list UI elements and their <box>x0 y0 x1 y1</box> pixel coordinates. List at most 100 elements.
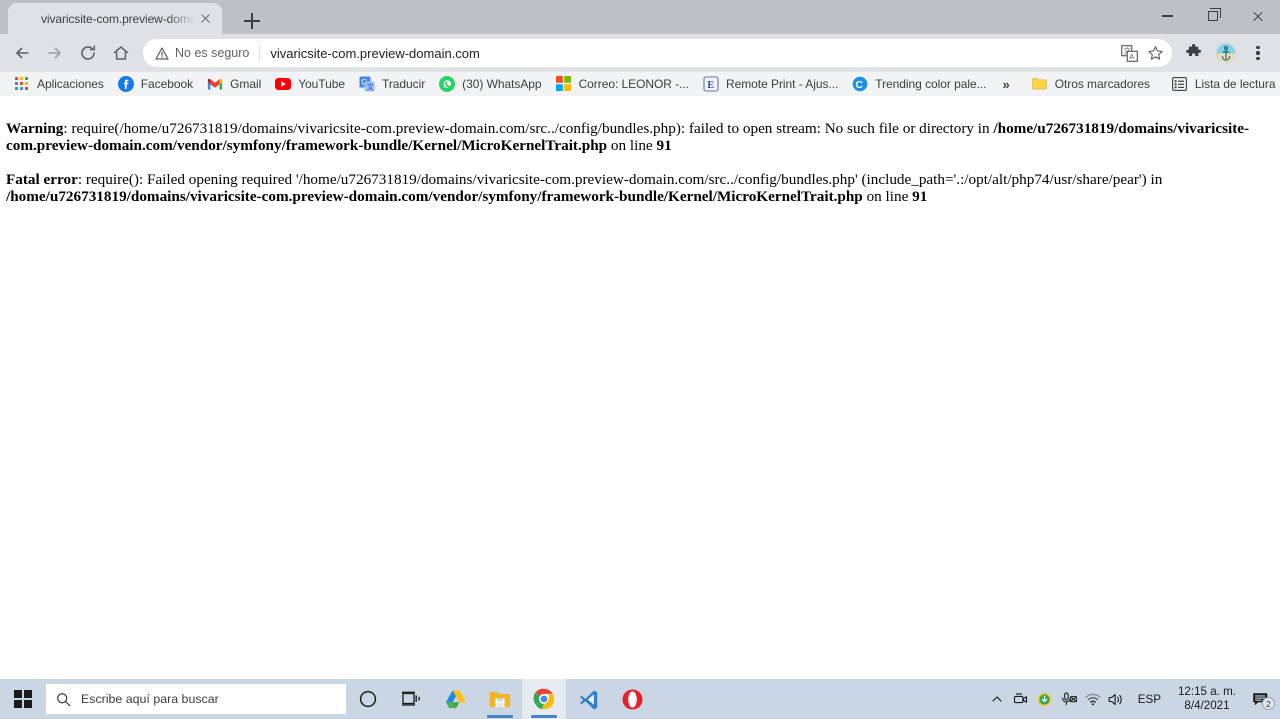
taskbar-search-input[interactable]: Escribe aquí para buscar <box>46 684 346 714</box>
address-bar[interactable]: No es seguro vivaricsite-com.preview-dom… <box>143 39 1172 67</box>
back-arrow-icon[interactable] <box>8 39 36 67</box>
google-translate-icon: G文 <box>359 76 375 92</box>
fatal-error-separator: : <box>77 171 86 189</box>
window-controls <box>1145 0 1280 34</box>
page-content: Warning: require(/home/u726731819/domain… <box>0 96 1280 679</box>
bookmark-aplicaciones[interactable]: Aplicaciones <box>8 73 112 95</box>
warning-line-number: 91 <box>656 136 672 154</box>
tab-title: vivaricsite-com.preview-domain.c <box>41 11 195 26</box>
task-view-button[interactable] <box>390 679 434 719</box>
youtube-icon <box>275 76 292 92</box>
bookmark-gmail[interactable]: Gmail <box>201 73 269 95</box>
running-indicator <box>531 715 557 718</box>
windows-logo-icon <box>14 690 32 708</box>
windows-taskbar: Escribe aquí para buscar ESP 12:15 a. m.… <box>0 679 1280 719</box>
browser-tab[interactable]: vivaricsite-com.preview-domain.c <box>8 3 222 34</box>
notification-center-button[interactable]: 2 <box>1244 679 1278 719</box>
home-icon[interactable] <box>107 39 135 67</box>
php-fatal-error-message: Fatal error: require(): Failed opening r… <box>0 171 1280 205</box>
forward-arrow-icon[interactable] <box>41 39 69 67</box>
svg-text:文: 文 <box>367 83 375 92</box>
bookmark-trending-color-palette[interactable]: C Trending color pale... <box>846 73 994 95</box>
bookmark-facebook[interactable]: Facebook <box>112 73 201 95</box>
close-icon[interactable] <box>1235 0 1280 32</box>
bookmark-label: YouTube <box>298 77 345 91</box>
puzzle-icon[interactable] <box>1180 39 1208 67</box>
volume-icon[interactable] <box>1105 679 1129 719</box>
bookmark-whatsapp[interactable]: (30) WhatsApp <box>433 73 549 95</box>
warning-triangle-icon <box>155 46 169 60</box>
gmail-icon <box>207 76 223 92</box>
warning-text: require(/home/u726731819/domains/vivaric… <box>71 120 994 137</box>
bookmark-traducir[interactable]: G文 Traducir <box>353 73 433 95</box>
svg-text:E: E <box>707 80 714 91</box>
security-label: No es seguro <box>175 46 250 60</box>
search-placeholder: Escribe aquí para buscar <box>81 692 219 706</box>
fatal-error-path: /home/u726731819/domains/vivaricsite-com… <box>6 187 863 205</box>
omnibox-divider <box>259 45 261 61</box>
url-text: vivaricsite-com.preview-domain.com <box>270 45 480 61</box>
three-dot-menu-icon[interactable] <box>1244 39 1272 67</box>
reading-list-button[interactable]: Lista de lectura <box>1166 73 1280 95</box>
language-indicator[interactable]: ESP <box>1129 693 1170 706</box>
bookmark-label: Correo: LEONOR -... <box>578 77 689 91</box>
translate-icon[interactable]: 文 A <box>1116 40 1142 66</box>
file-explorer-button[interactable] <box>478 679 522 719</box>
folder-icon <box>1031 76 1048 92</box>
warning-on-line: on line <box>607 136 657 154</box>
facebook-icon <box>117 76 134 92</box>
restore-icon[interactable] <box>1190 0 1235 32</box>
svg-text:C: C <box>856 79 864 91</box>
bookmark-label: (30) WhatsApp <box>462 77 542 91</box>
bookmarks-overflow-button[interactable]: » <box>994 77 1017 92</box>
minimize-icon[interactable] <box>1145 0 1190 32</box>
google-drive-button[interactable] <box>434 679 478 719</box>
tab-strip: vivaricsite-com.preview-domain.c <box>0 0 1280 34</box>
notification-count-badge: 2 <box>1262 697 1275 710</box>
reading-list-label: Lista de lectura <box>1194 77 1276 91</box>
whatsapp-icon <box>439 76 456 92</box>
avatar[interactable] <box>1212 39 1240 67</box>
tab-close-icon[interactable] <box>197 10 214 27</box>
apps-grid-icon <box>14 76 30 92</box>
clock-date: 8/4/2021 <box>1184 699 1230 712</box>
fatal-error-line-number: 91 <box>912 187 928 205</box>
bookmark-remote-print[interactable]: E Remote Print - Ajus... <box>697 73 846 95</box>
letter-c-icon: C <box>852 76 868 92</box>
bookmark-label: Facebook <box>140 77 194 91</box>
green-update-icon[interactable] <box>1033 679 1057 719</box>
bookmark-youtube[interactable]: YouTube <box>269 73 353 95</box>
wifi-icon[interactable] <box>1081 679 1105 719</box>
security-status[interactable]: No es seguro <box>155 46 249 60</box>
clock-time: 12:15 a. m. <box>1177 685 1236 698</box>
start-button[interactable] <box>0 679 46 719</box>
bookmark-label: Remote Print - Ajus... <box>725 77 839 91</box>
letter-e-icon: E <box>703 76 719 92</box>
cortana-button[interactable] <box>346 679 390 719</box>
reading-list-icon <box>1171 76 1188 92</box>
fatal-error-on-line: on line <box>862 187 913 205</box>
microphone-muted-icon[interactable] <box>1057 679 1081 719</box>
tray-overflow-chevron-icon[interactable] <box>985 679 1009 719</box>
star-icon[interactable] <box>1142 40 1168 66</box>
browser-window: vivaricsite-com.preview-domain.c <box>0 0 1280 96</box>
warning-label: Warning <box>6 120 64 137</box>
bookmark-label: Gmail <box>230 77 262 91</box>
opera-button[interactable] <box>610 679 654 719</box>
other-bookmarks-folder[interactable]: Otros marcadores <box>1026 73 1158 95</box>
bookmark-correo-leonor[interactable]: Correo: LEONOR -... <box>550 73 697 95</box>
fatal-error-text: require(): Failed opening required '/hom… <box>85 171 1163 189</box>
clock[interactable]: 12:15 a. m. 8/4/2021 <box>1170 685 1244 713</box>
other-bookmarks-label: Otros marcadores <box>1054 77 1150 91</box>
screen-record-icon[interactable] <box>1009 679 1033 719</box>
screen: vivaricsite-com.preview-domain.c <box>0 0 1280 719</box>
microsoft-icon <box>555 76 572 92</box>
system-tray: ESP 12:15 a. m. 8/4/2021 2 <box>985 679 1280 719</box>
chrome-button[interactable] <box>522 679 566 719</box>
magnifier-icon <box>56 692 71 707</box>
vscode-button[interactable] <box>566 679 610 719</box>
svg-text:A: A <box>1129 52 1134 61</box>
new-tab-button[interactable] <box>238 7 266 35</box>
browser-toolbar: No es seguro vivaricsite-com.preview-dom… <box>0 34 1280 72</box>
reload-icon[interactable] <box>74 39 102 67</box>
